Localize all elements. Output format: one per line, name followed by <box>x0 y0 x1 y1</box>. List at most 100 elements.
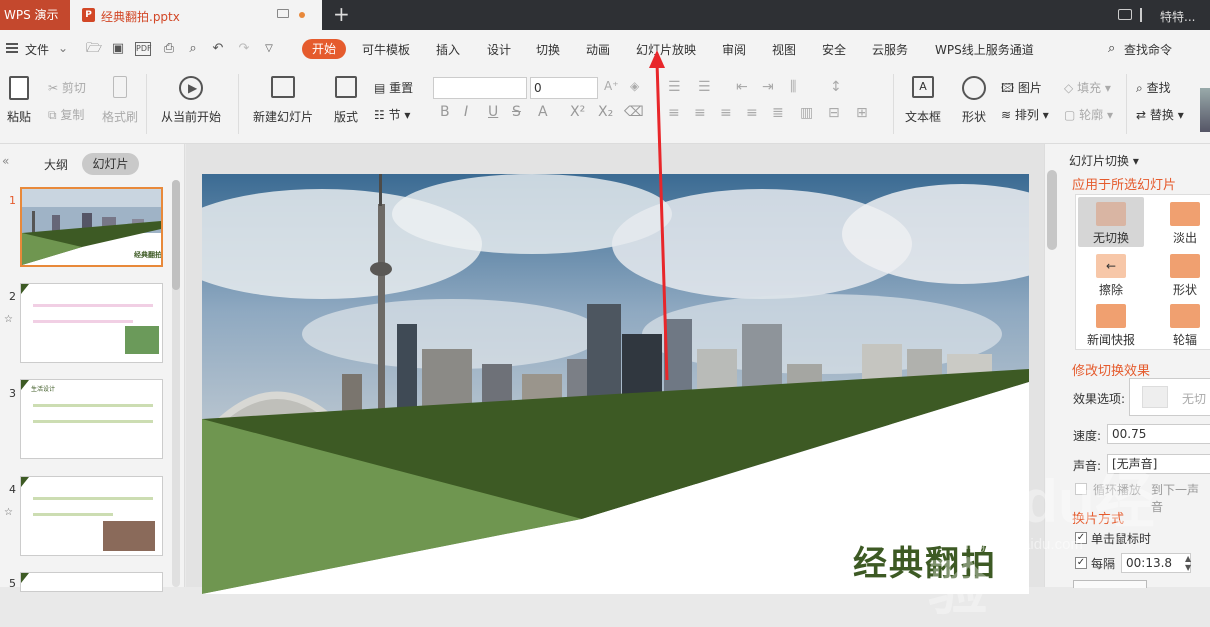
play-from-current-button[interactable]: ▶ 从当前开始 <box>156 76 226 125</box>
monitor-icon[interactable] <box>277 9 289 18</box>
smartart-icon[interactable]: ⊞ <box>856 105 868 121</box>
reset-label: 重置 <box>389 81 414 95</box>
effect-options-select[interactable]: 无切 <box>1129 378 1210 416</box>
slide-thumbnail-1[interactable]: 经典翻拍 <box>20 187 163 267</box>
text-direction-icon[interactable]: ⫼ <box>790 79 796 95</box>
export-pdf-icon[interactable]: PDF <box>135 42 152 56</box>
font-color-icon[interactable]: A <box>538 104 548 120</box>
align-center-icon[interactable]: ≡ <box>694 105 706 121</box>
section-button[interactable]: ☷ 节 ▾ <box>374 106 410 123</box>
cut-button[interactable]: ✂ 剪切 <box>48 79 86 96</box>
quick-access-more-icon[interactable]: ▽ <box>261 41 277 57</box>
grow-font-icon[interactable]: A⁺ <box>604 79 619 93</box>
reset-button[interactable]: ▤ 重置 <box>374 79 413 96</box>
indent-increase-icon[interactable]: ⇥ <box>762 79 774 95</box>
format-painter-button[interactable]: 格式刷 <box>100 76 140 125</box>
document-tab-label: 经典翻拍.pptx <box>101 10 180 24</box>
canvas-scrollbar-thumb[interactable] <box>1047 170 1057 250</box>
slide-thumbnail-3[interactable]: 生活设计 <box>20 379 163 459</box>
apply-section-title: 应用于所选幻灯片 <box>1072 178 1177 193</box>
align-text-icon[interactable]: ⊟ <box>828 105 840 121</box>
collapse-panel-icon[interactable]: « <box>2 154 9 168</box>
clipboard-icon <box>9 76 29 100</box>
transition-panel-title[interactable]: 幻灯片切换 ▾ <box>1069 152 1139 169</box>
slide-thumbnail-4[interactable] <box>20 476 163 556</box>
textbox-button[interactable]: A 文本框 <box>900 76 946 125</box>
copy-button[interactable]: ⧉ 复制 <box>48 106 84 123</box>
pptx-file-icon: P <box>82 8 95 22</box>
bold-icon[interactable]: B <box>440 104 450 120</box>
font-family-select[interactable] <box>433 77 527 99</box>
paste-button[interactable]: 粘贴 <box>4 76 34 125</box>
transition-newsflash[interactable]: 新闻快报 <box>1078 299 1144 349</box>
eraser-icon[interactable]: ⌫ <box>624 104 644 120</box>
tab-outline[interactable]: 大纲 <box>44 156 68 173</box>
tab-cloud[interactable]: 云服务 <box>872 41 908 58</box>
line-spacing-icon[interactable]: ↕ <box>830 79 842 95</box>
transition-wheel[interactable]: 轮辐 <box>1152 299 1210 349</box>
layout-button[interactable]: 版式 <box>328 76 364 125</box>
arrange-button[interactable]: ≋ 排列 ▾ <box>1001 106 1049 123</box>
tab-slides[interactable]: 幻灯片 <box>82 153 139 175</box>
new-slide-button[interactable]: 新建幻灯片 <box>246 76 320 125</box>
save-icon[interactable]: ▣ <box>110 41 126 57</box>
search-commands[interactable]: 查找命令 <box>1124 41 1172 58</box>
open-folder-icon[interactable]: 🗁 <box>86 41 102 57</box>
speed-input[interactable]: 00.75 <box>1107 424 1210 444</box>
replace-button[interactable]: ⇄ 替换 ▾ <box>1136 106 1184 123</box>
tab-insert[interactable]: 插入 <box>436 41 460 58</box>
redo-icon[interactable]: ↷ <box>236 41 252 57</box>
slide-thumbnail-5[interactable] <box>20 572 163 592</box>
find-button[interactable]: ⌕ 查找 <box>1136 79 1171 96</box>
tab-animations[interactable]: 动画 <box>586 41 610 58</box>
section-label: 节 <box>388 108 401 122</box>
align-left-icon[interactable]: ≡ <box>668 105 680 121</box>
tab-view[interactable]: 视图 <box>772 41 796 58</box>
indent-decrease-icon[interactable]: ⇤ <box>736 79 748 95</box>
window-mode-icon[interactable] <box>1118 9 1132 20</box>
tab-review[interactable]: 审阅 <box>722 41 746 58</box>
italic-icon[interactable]: I <box>464 104 468 120</box>
scrollbar-thumb[interactable] <box>172 180 180 290</box>
picture-button[interactable]: 🖾 图片 <box>1001 79 1042 100</box>
align-right-icon[interactable]: ≡ <box>720 105 732 121</box>
columns-icon[interactable]: ▥ <box>800 105 813 121</box>
tab-online-services[interactable]: WPS线上服务通道 <box>935 41 1034 58</box>
new-tab-button[interactable]: + <box>333 3 350 25</box>
file-menu[interactable]: 文件 <box>25 41 49 58</box>
subscript-icon[interactable]: X₂ <box>598 104 613 120</box>
print-icon[interactable]: ⎙ <box>161 41 177 57</box>
tab-security[interactable]: 安全 <box>822 41 846 58</box>
underline-icon[interactable]: U <box>488 104 498 120</box>
shape-button[interactable]: 形状 <box>954 76 994 125</box>
strikethrough-icon[interactable]: S <box>512 104 521 120</box>
superscript-icon[interactable]: X² <box>570 104 585 120</box>
document-tab[interactable]: P 经典翻拍.pptx <box>70 0 322 30</box>
hamburger-icon[interactable] <box>6 43 18 53</box>
slide-thumbnail-2[interactable] <box>20 283 163 363</box>
slide[interactable]: 经典翻拍 <box>202 174 1029 594</box>
tab-slideshow[interactable]: 幻灯片放映 <box>636 41 696 58</box>
slides-scrollbar[interactable] <box>172 180 180 587</box>
transition-shape[interactable]: 形状 <box>1152 249 1210 299</box>
justify-icon[interactable]: ≡ <box>746 105 758 121</box>
distribute-icon[interactable]: ≣ <box>772 105 784 121</box>
tab-design[interactable]: 设计 <box>487 41 511 58</box>
bullets-icon[interactable]: ☰ <box>668 79 681 95</box>
font-size-select[interactable]: 0 <box>530 77 598 99</box>
undo-icon[interactable]: ↶ <box>210 41 226 57</box>
outline-button[interactable]: ▢ 轮廓 ▾ <box>1064 106 1113 123</box>
file-menu-chevron-icon[interactable]: ⌄ <box>58 41 68 55</box>
transition-fade[interactable]: 淡出 <box>1152 197 1210 247</box>
transition-none[interactable]: 无切换 <box>1078 197 1144 247</box>
print-preview-icon[interactable]: ⌕ <box>185 41 201 57</box>
clear-format-icon[interactable]: ◈ <box>630 79 639 93</box>
user-name[interactable]: 特特... <box>1160 8 1195 25</box>
numbering-icon[interactable]: ☰ <box>698 79 711 95</box>
tab-start[interactable]: 开始 <box>302 39 346 59</box>
tab-templates[interactable]: 可牛模板 <box>362 41 410 58</box>
transition-wipe[interactable]: ← 擦除 <box>1078 249 1144 299</box>
fill-button[interactable]: ◇ 填充 ▾ <box>1064 79 1111 96</box>
tab-transitions[interactable]: 切换 <box>536 41 560 58</box>
app-tab[interactable]: WPS 演示 <box>0 0 70 30</box>
